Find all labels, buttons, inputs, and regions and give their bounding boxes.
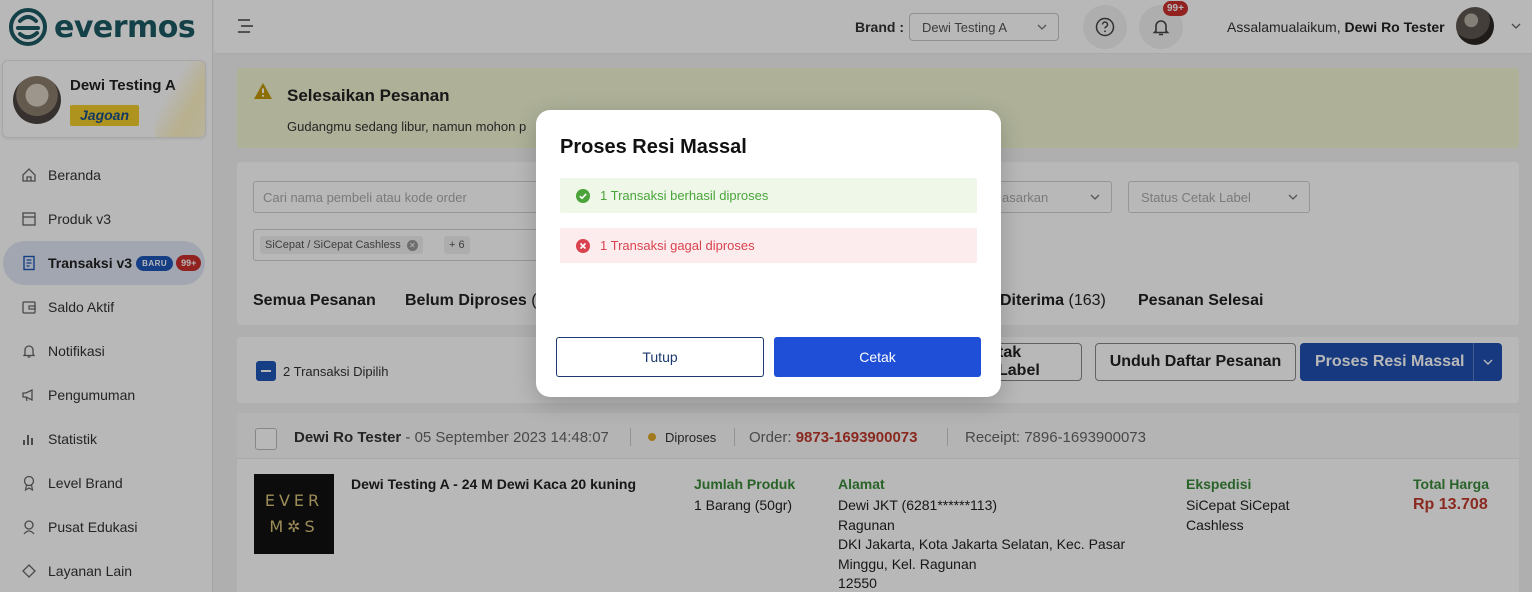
error-message-text: 1 Transaksi gagal diproses [600,238,755,253]
check-circle-icon [576,188,590,203]
print-button[interactable]: Cetak [774,337,981,377]
close-button[interactable]: Tutup [556,337,764,377]
print-button-label: Cetak [859,349,896,365]
success-message-text: 1 Transaksi berhasil diproses [600,188,769,203]
bulk-receipt-modal: Proses Resi Massal 1 Transaksi berhasil … [536,110,1001,397]
modal-title: Proses Resi Massal [560,136,747,158]
error-message: 1 Transaksi gagal diproses [560,228,977,263]
error-circle-icon [576,238,590,253]
close-button-label: Tutup [642,349,678,365]
success-message: 1 Transaksi berhasil diproses [560,178,977,213]
